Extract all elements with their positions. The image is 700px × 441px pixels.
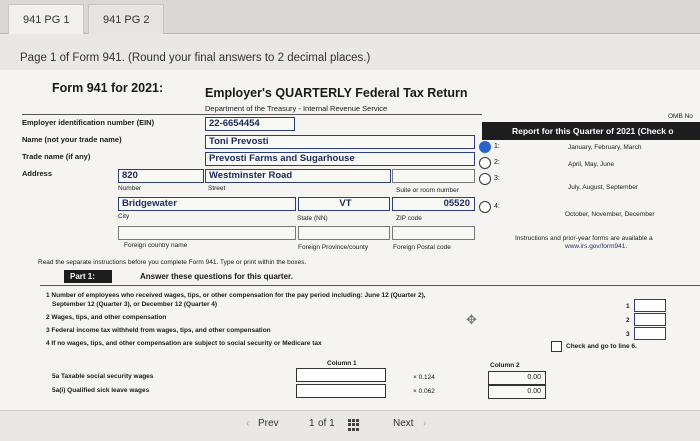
ein-field[interactable]: 22-6654454 xyxy=(205,117,295,131)
q5ai-column2-value: 0.00 xyxy=(488,385,546,399)
form-title: Employer's QUARTERLY Federal Tax Return xyxy=(205,86,468,100)
report-quarter-header: Report for this Quarter of 2021 (Check o xyxy=(482,122,700,140)
trade-label: Trade name (if any) xyxy=(22,152,91,161)
quarter-4-num: 4: xyxy=(494,203,500,210)
quarter-1-num: 1: xyxy=(494,143,500,150)
address-label: Address xyxy=(22,169,53,178)
q5a-column1-field[interactable] xyxy=(296,368,386,382)
quarter-4-radio[interactable] xyxy=(479,201,491,213)
q2-wages-field[interactable] xyxy=(634,313,666,326)
q4-checkbox[interactable] xyxy=(551,341,562,352)
divider xyxy=(22,114,482,115)
column1-label: Column 1 xyxy=(327,360,357,367)
number-label: Number xyxy=(118,185,142,192)
chevron-left-icon: ‹ xyxy=(246,418,250,429)
state-label: State (NN) xyxy=(297,215,328,222)
quarter-3-num: 3: xyxy=(494,175,500,182)
q5a-rate: × 0.124 xyxy=(413,374,435,381)
foreign-postal-field[interactable] xyxy=(392,226,475,240)
form-dept: Department of the Treasury - Internal Re… xyxy=(205,104,388,113)
zip-field[interactable]: 05520 xyxy=(392,197,475,211)
trade-name-field[interactable]: Prevosti Farms and Sugarhouse xyxy=(205,152,475,166)
column2-label: Column 2 xyxy=(490,362,520,369)
street-label: Street xyxy=(208,185,226,192)
quarter-4-label: October, November, December xyxy=(565,211,655,218)
quarter-3-label: July, August, September xyxy=(568,184,638,191)
q5a-label: 5a Taxable social security wages xyxy=(52,373,154,380)
quarter-1-label: January, February, March xyxy=(568,144,642,151)
state-field[interactable]: VT xyxy=(298,197,390,211)
q1-text: 1 Number of employees who received wages… xyxy=(46,292,426,299)
q5a-column2-value: 0.00 xyxy=(488,371,546,385)
foreign-province-field[interactable] xyxy=(298,226,390,240)
part1-label: Part 1: xyxy=(64,270,112,283)
grid-icon[interactable] xyxy=(348,419,360,431)
page-total: of 1 xyxy=(318,418,335,429)
line-1-num: 1 xyxy=(626,303,630,310)
line-2-num: 2 xyxy=(626,317,630,324)
q3-withheld-field[interactable] xyxy=(634,327,666,340)
chevron-right-icon: › xyxy=(423,418,427,429)
divider xyxy=(40,285,700,286)
q1-text-cont: September 12 (Quarter 3), or December 12… xyxy=(52,301,218,308)
tab-941-pg1[interactable]: 941 PG 1 xyxy=(8,4,85,34)
q4-text: 4 If no wages, tips, and other compensat… xyxy=(46,340,322,347)
q2-text: 2 Wages, tips, and other compensation xyxy=(46,314,167,321)
q5ai-rate: × 0.062 xyxy=(413,388,435,395)
part1-title: Answer these questions for this quarter. xyxy=(140,272,293,281)
address-number-field[interactable]: 820 xyxy=(118,169,204,183)
q5ai-label: 5a(i) Qualified sick leave wages xyxy=(52,387,150,394)
foreign-province-label: Foreign Province/county xyxy=(298,244,369,251)
foreign-country-label: Foreign country name xyxy=(124,242,188,249)
irs-link[interactable]: www.irs.gov/form941. xyxy=(565,243,627,250)
quarter-2-label: April, May, June xyxy=(568,161,615,168)
quarter-3-radio[interactable] xyxy=(479,173,491,185)
suite-field[interactable] xyxy=(392,169,475,183)
city-label: City xyxy=(118,213,130,220)
read-instructions: Read the separate instructions before yo… xyxy=(38,259,307,266)
form-name: Form 941 for 2021: xyxy=(52,81,164,95)
quarter-1-radio[interactable] xyxy=(479,141,491,153)
q4-check-label: Check and go to line 6. xyxy=(566,343,637,350)
suite-label: Suite or room number xyxy=(396,187,459,194)
move-icon[interactable]: ✥ xyxy=(466,312,477,328)
ein-label: Employer identification number (EIN) xyxy=(22,118,155,127)
page-title: Page 1 of Form 941. (Round your final an… xyxy=(20,52,371,64)
name-field[interactable]: Toni Prevosti xyxy=(205,135,475,149)
prev-button[interactable]: Prev xyxy=(258,418,279,429)
zip-label: ZIP code xyxy=(396,215,422,222)
q1-employees-field[interactable] xyxy=(634,299,666,312)
foreign-postal-label: Foreign Postal code xyxy=(393,244,451,251)
q3-text: 3 Federal income tax withheld from wages… xyxy=(46,327,271,334)
line-3-num: 3 xyxy=(626,331,630,338)
next-button[interactable]: Next xyxy=(393,418,414,429)
q5ai-column1-field[interactable] xyxy=(296,384,386,398)
address-street-field[interactable]: Westminster Road xyxy=(205,169,391,183)
city-field[interactable]: Bridgewater xyxy=(118,197,296,211)
omb-label: OMB No xyxy=(668,113,693,120)
foreign-country-field[interactable] xyxy=(118,226,296,240)
quarter-2-num: 2: xyxy=(494,159,500,166)
tab-941-pg2[interactable]: 941 PG 2 xyxy=(88,4,165,34)
name-label: Name (not your trade name) xyxy=(22,135,122,144)
page-number: 1 xyxy=(309,418,315,429)
instructions-note: Instructions and prior-year forms are av… xyxy=(515,235,653,242)
quarter-2-radio[interactable] xyxy=(479,157,491,169)
